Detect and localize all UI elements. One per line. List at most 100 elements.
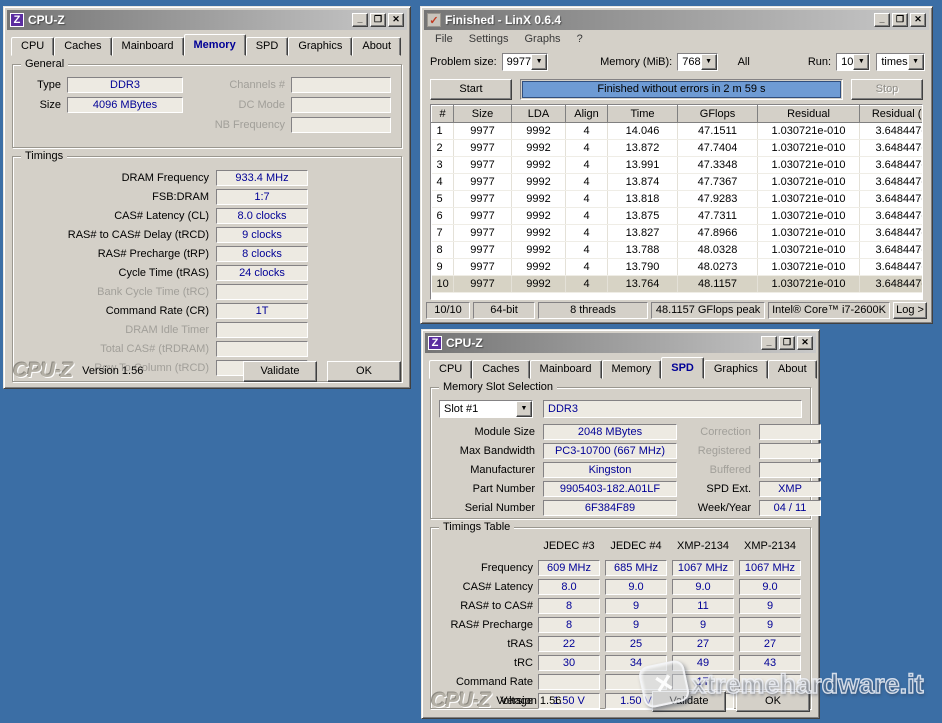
title-bar[interactable]: ✓ Finished - LinX 0.6.4 _ ❐ ✕: [424, 10, 929, 30]
tab[interactable]: Mainboard: [112, 37, 184, 56]
timing-field: 8.0 clocks: [216, 208, 308, 224]
tab[interactable]: Graphics: [704, 360, 768, 379]
result-row[interactable]: 3 9977 9992 4 13.991 47.3348 1.030721e-0…: [432, 157, 924, 174]
column-header[interactable]: LDA: [512, 106, 566, 123]
title-bar[interactable]: Z CPU-Z _ ❐ ✕: [425, 333, 816, 353]
cell-run-number: 9: [432, 259, 454, 276]
maximize-button[interactable]: ❐: [779, 336, 795, 350]
result-row[interactable]: 5 9977 9992 4 13.818 47.9283 1.030721e-0…: [432, 191, 924, 208]
validate-button[interactable]: Validate: [652, 691, 726, 712]
result-row[interactable]: 2 9977 9992 4 13.872 47.7404 1.030721e-0…: [432, 140, 924, 157]
result-row[interactable]: 10 9977 9992 4 13.764 48.1157 1.030721e-…: [432, 276, 924, 293]
dropdown-arrow-icon[interactable]: ▼: [701, 54, 717, 70]
result-row[interactable]: 9 9977 9992 4 13.790 48.0273 1.030721e-0…: [432, 259, 924, 276]
tab[interactable]: SPD: [661, 357, 704, 379]
cell-residual: 1.030721e-010: [758, 140, 860, 157]
spd-right-field: [759, 424, 821, 440]
timing-value-jedec3: 8: [538, 598, 600, 614]
maximize-button[interactable]: ❐: [370, 13, 386, 27]
cell-time: 13.875: [608, 208, 678, 225]
timing-value-jedec4: 25: [605, 636, 667, 652]
all-label: All: [738, 56, 750, 68]
cell-residual: 1.030721e-010: [758, 174, 860, 191]
timing-column-xmp1: XMP-2134: [672, 540, 734, 552]
times-combo[interactable]: times ▼: [876, 53, 924, 71]
cell-residual: 1.030721e-010: [758, 208, 860, 225]
column-header[interactable]: GFlops: [678, 106, 758, 123]
title-bar[interactable]: Z CPU-Z _ ❐ ✕: [7, 10, 407, 30]
timing-field: [216, 284, 308, 300]
minimize-button[interactable]: _: [874, 13, 890, 27]
timing-value-jedec3: 30: [538, 655, 600, 671]
column-header[interactable]: Align: [566, 106, 608, 123]
timing-field: 1:7: [216, 189, 308, 205]
close-button[interactable]: ✕: [910, 13, 926, 27]
result-row[interactable]: 6 9977 9992 4 13.875 47.7311 1.030721e-0…: [432, 208, 924, 225]
tab[interactable]: About: [352, 37, 401, 56]
result-row[interactable]: 1 9977 9992 4 14.046 47.1511 1.030721e-0…: [432, 123, 924, 140]
cell-run-number: 4: [432, 174, 454, 191]
menu-item[interactable]: Graphs: [517, 32, 567, 48]
timing-value-jedec4: 34: [605, 655, 667, 671]
column-header[interactable]: Size: [454, 106, 512, 123]
timing-value-xmp1: 11: [672, 598, 734, 614]
run-combo[interactable]: 10 ▼: [836, 53, 870, 71]
dropdown-arrow-icon[interactable]: ▼: [908, 54, 924, 70]
cell-size: 9977: [454, 225, 512, 242]
result-row[interactable]: 7 9977 9992 4 13.827 47.8966 1.030721e-0…: [432, 225, 924, 242]
tab[interactable]: Caches: [472, 360, 529, 379]
column-header[interactable]: Residual (norm.): [860, 106, 924, 123]
timing-field: [216, 322, 308, 338]
timing-column-xmp2: XMP-2134: [739, 540, 801, 552]
cell-time: 13.991: [608, 157, 678, 174]
module-type-field: DDR3: [543, 400, 802, 418]
start-button[interactable]: Start: [430, 79, 512, 100]
problem-size-combo[interactable]: 9977 ▼: [502, 53, 548, 71]
menu-item[interactable]: File: [428, 32, 460, 48]
memory-combo[interactable]: 768 ▼: [677, 53, 717, 71]
column-header[interactable]: Time: [608, 106, 678, 123]
tab[interactable]: CPU: [429, 360, 472, 379]
tab[interactable]: CPU: [11, 37, 54, 56]
tab[interactable]: Memory: [602, 360, 662, 379]
cell-time: 13.818: [608, 191, 678, 208]
maximize-button[interactable]: ❐: [892, 13, 908, 27]
problem-size-value: 9977: [503, 54, 531, 70]
tab[interactable]: Graphics: [288, 37, 352, 56]
menu-item[interactable]: ?: [570, 32, 590, 48]
cell-run-number: 1: [432, 123, 454, 140]
cell-residual: 1.030721e-010: [758, 123, 860, 140]
tab[interactable]: Mainboard: [530, 360, 602, 379]
dropdown-arrow-icon[interactable]: ▼: [516, 401, 532, 417]
menu-item[interactable]: Settings: [462, 32, 516, 48]
tab[interactable]: Memory: [184, 34, 246, 56]
cell-lda: 9992: [512, 174, 566, 191]
dropdown-arrow-icon[interactable]: ▼: [853, 54, 869, 70]
validate-button[interactable]: Validate: [243, 361, 317, 382]
column-header[interactable]: #: [432, 106, 454, 123]
log-button[interactable]: Log >: [893, 302, 927, 319]
minimize-button[interactable]: _: [352, 13, 368, 27]
cell-residual: 1.030721e-010: [758, 259, 860, 276]
close-button[interactable]: ✕: [797, 336, 813, 350]
result-row[interactable]: 4 9977 9992 4 13.874 47.7367 1.030721e-0…: [432, 174, 924, 191]
timing-value-jedec4: 685 MHz: [605, 560, 667, 576]
tab[interactable]: About: [768, 360, 817, 379]
minimize-button[interactable]: _: [761, 336, 777, 350]
dropdown-arrow-icon[interactable]: ▼: [531, 54, 547, 70]
ok-button[interactable]: OK: [327, 361, 401, 382]
cell-lda: 9992: [512, 123, 566, 140]
spd-right-label: Week/Year: [685, 502, 751, 514]
ok-button[interactable]: OK: [736, 691, 810, 712]
result-row[interactable]: 8 9977 9992 4 13.788 48.0328 1.030721e-0…: [432, 242, 924, 259]
column-header[interactable]: Residual: [758, 106, 860, 123]
type-label: Type: [19, 79, 61, 91]
cell-residual: 1.030721e-010: [758, 157, 860, 174]
tab[interactable]: Caches: [54, 37, 111, 56]
slot-combo[interactable]: Slot #1 ▼: [439, 400, 533, 418]
timing-row-label: RAS# to CAS#: [437, 600, 533, 612]
spd-left-field: 9905403-182.A01LF: [543, 481, 677, 497]
close-button[interactable]: ✕: [388, 13, 404, 27]
tab[interactable]: SPD: [246, 37, 289, 56]
cell-residual: 1.030721e-010: [758, 242, 860, 259]
